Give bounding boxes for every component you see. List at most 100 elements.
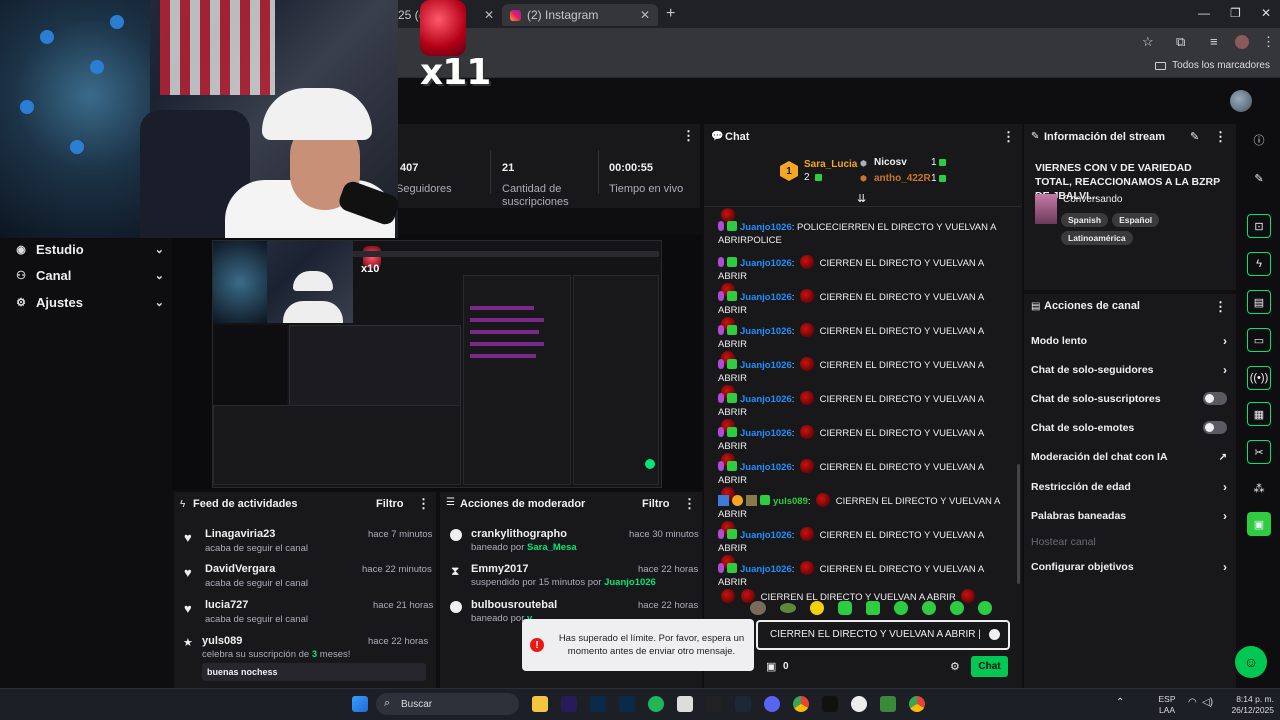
chat-username[interactable]: Juanjo1026 <box>740 394 792 405</box>
emote-icon[interactable] <box>978 601 992 615</box>
sidebar-item-settings[interactable]: ⚙ Ajustes ⌄ <box>14 291 164 313</box>
activity-user[interactable]: lucia727 <box>205 599 248 611</box>
app-icon[interactable] <box>677 696 693 712</box>
more-options-icon[interactable]: ⋮ <box>417 496 430 512</box>
user-avatar[interactable] <box>1230 90 1252 112</box>
mod-user[interactable]: Emmy2017 <box>471 563 529 575</box>
chat-username[interactable]: Juanjo1026 <box>740 222 792 233</box>
chrome-icon[interactable] <box>909 696 925 712</box>
mod-by[interactable]: Sara_Mesa <box>527 542 577 553</box>
emote-icon[interactable] <box>780 603 796 613</box>
leader-name[interactable]: antho_422R <box>874 173 931 184</box>
toggle-switch[interactable] <box>1203 421 1227 434</box>
collapse-icon[interactable]: ⇊ <box>857 192 866 205</box>
action-slow-mode[interactable]: Modo lento › <box>1031 334 1227 348</box>
action-followers-only[interactable]: Chat de solo-seguidores › <box>1031 363 1227 377</box>
activity-filter-button[interactable]: Filtro <box>376 498 404 510</box>
spotify-icon[interactable] <box>648 696 664 712</box>
action-ai-moderation[interactable]: Moderación del chat con IA ↗ <box>1031 451 1227 463</box>
more-options-icon[interactable]: ⋮ <box>1214 299 1227 315</box>
tools-icon[interactable]: ✂ <box>1247 440 1271 464</box>
epic-games-icon[interactable] <box>706 696 722 712</box>
chat-username[interactable]: Juanjo1026 <box>740 462 792 473</box>
edit-icon[interactable]: ✎ <box>1190 130 1199 143</box>
mod-user[interactable]: bulbousroutebal <box>471 599 557 611</box>
star-icon[interactable]: ☆ <box>1142 34 1154 50</box>
action-age-restriction[interactable]: Restricción de edad › <box>1031 480 1227 494</box>
more-options-icon[interactable]: ⋮ <box>682 128 695 144</box>
tag[interactable]: Latinoamérica <box>1061 231 1133 245</box>
more-options-icon[interactable]: ⋮ <box>683 496 696 512</box>
close-icon[interactable]: ✕ <box>640 8 650 22</box>
chat-username[interactable]: yuls089 <box>773 496 808 507</box>
maximize-icon[interactable]: ❐ <box>1230 6 1241 20</box>
mod-user[interactable]: crankylithographo <box>471 528 567 540</box>
menu-icon[interactable]: ⋮ <box>1262 34 1275 50</box>
minimize-icon[interactable]: — <box>1198 6 1210 20</box>
sidebar-item-studio[interactable]: ◉ Estudio ⌄ <box>14 238 164 260</box>
mod-filter-button[interactable]: Filtro <box>642 498 670 510</box>
emote-icon[interactable] <box>894 601 908 615</box>
emote-icon[interactable] <box>866 601 880 615</box>
chat-username[interactable]: Juanjo1026 <box>740 326 792 337</box>
chat-input[interactable]: CIERREN EL DIRECTO Y VUELVAN A ABRIR | <box>756 620 1010 650</box>
more-options-icon[interactable]: ⋮ <box>1002 129 1015 145</box>
clock[interactable]: 8:14 p. m. 26/12/2025 <box>1214 694 1274 716</box>
chat-username[interactable]: Juanjo1026 <box>740 428 792 439</box>
help-chat-icon[interactable]: ☺ <box>1235 646 1267 678</box>
chat-username[interactable]: Juanjo1026 <box>740 530 792 541</box>
new-tab-button[interactable]: + <box>666 5 675 23</box>
toggle-switch[interactable] <box>1203 392 1227 405</box>
photoshop-icon[interactable] <box>590 696 606 712</box>
taskbar-search[interactable]: ⌕ Buscar <box>376 693 519 715</box>
action-banned-words[interactable]: Palabras baneadas › <box>1031 509 1227 523</box>
chat-username[interactable]: Juanjo1026 <box>740 564 792 575</box>
browser-tab-instagram[interactable]: (2) Instagram ✕ <box>502 4 658 26</box>
community-icon[interactable]: ⁂ <box>1247 476 1271 500</box>
emote-icon[interactable] <box>950 601 964 615</box>
steam-icon[interactable] <box>735 696 751 712</box>
media-icon[interactable]: ≡ <box>1210 34 1218 49</box>
layout-icon[interactable]: ▦ <box>1247 402 1271 426</box>
sidebar-item-channel[interactable]: ⚇ Canal ⌄ <box>14 264 164 286</box>
action-configure-goals[interactable]: Configurar objetivos › <box>1031 560 1227 574</box>
category-name[interactable]: Conversando <box>1063 194 1122 205</box>
leader-name[interactable]: Sara_Lucia <box>804 159 857 170</box>
file-explorer-icon[interactable] <box>532 696 548 712</box>
all-bookmarks-button[interactable]: Todos los marcadores <box>1155 60 1270 71</box>
document-icon[interactable]: ▤ <box>1247 290 1271 314</box>
minecraft-icon[interactable] <box>880 696 896 712</box>
close-window-icon[interactable]: ✕ <box>1261 6 1271 20</box>
chat-scrollbar[interactable] <box>1017 464 1020 584</box>
chat-icon[interactable]: ▭ <box>1247 328 1271 352</box>
tiktok-icon[interactable] <box>822 696 838 712</box>
emote-picker-icon[interactable] <box>989 629 1000 640</box>
chat-username[interactable]: Juanjo1026 <box>740 360 792 371</box>
windows-start-icon[interactable] <box>352 696 368 712</box>
broadcast-icon[interactable]: ((•)) <box>1247 366 1271 390</box>
chat-send-button[interactable]: Chat <box>971 656 1008 677</box>
obs-icon[interactable] <box>851 696 867 712</box>
leader-name[interactable]: Nicosv <box>874 157 907 168</box>
premiere-icon[interactable] <box>561 696 577 712</box>
chevron-up-icon[interactable]: ⌃ <box>1116 697 1124 708</box>
chat-username[interactable]: Juanjo1026 <box>740 258 792 269</box>
edit-icon[interactable]: ✎ <box>1247 166 1271 190</box>
activity-user[interactable]: Linagaviria23 <box>205 528 275 540</box>
lightroom-icon[interactable] <box>619 696 635 712</box>
info-icon[interactable]: ⓘ <box>1247 128 1271 152</box>
lightning-icon[interactable]: ϟ <box>1247 252 1271 276</box>
extension-icon[interactable]: ▣ <box>1247 512 1271 536</box>
emote-icon[interactable] <box>810 601 824 615</box>
tag[interactable]: Spanish <box>1061 213 1109 227</box>
chat-username[interactable]: Juanjo1026 <box>740 292 792 303</box>
emote-icon[interactable] <box>922 601 936 615</box>
activity-user[interactable]: yuls089 <box>202 635 242 647</box>
extensions-icon[interactable]: ⧉ <box>1176 34 1185 50</box>
chest-icon[interactable]: ▣ <box>766 660 776 673</box>
chat-settings-icon[interactable]: ⚙ <box>950 660 960 673</box>
discord-icon[interactable] <box>764 696 780 712</box>
clip-icon[interactable]: ⊡ <box>1247 214 1271 238</box>
emote-icon[interactable] <box>750 601 766 615</box>
more-options-icon[interactable]: ⋮ <box>1214 129 1227 145</box>
